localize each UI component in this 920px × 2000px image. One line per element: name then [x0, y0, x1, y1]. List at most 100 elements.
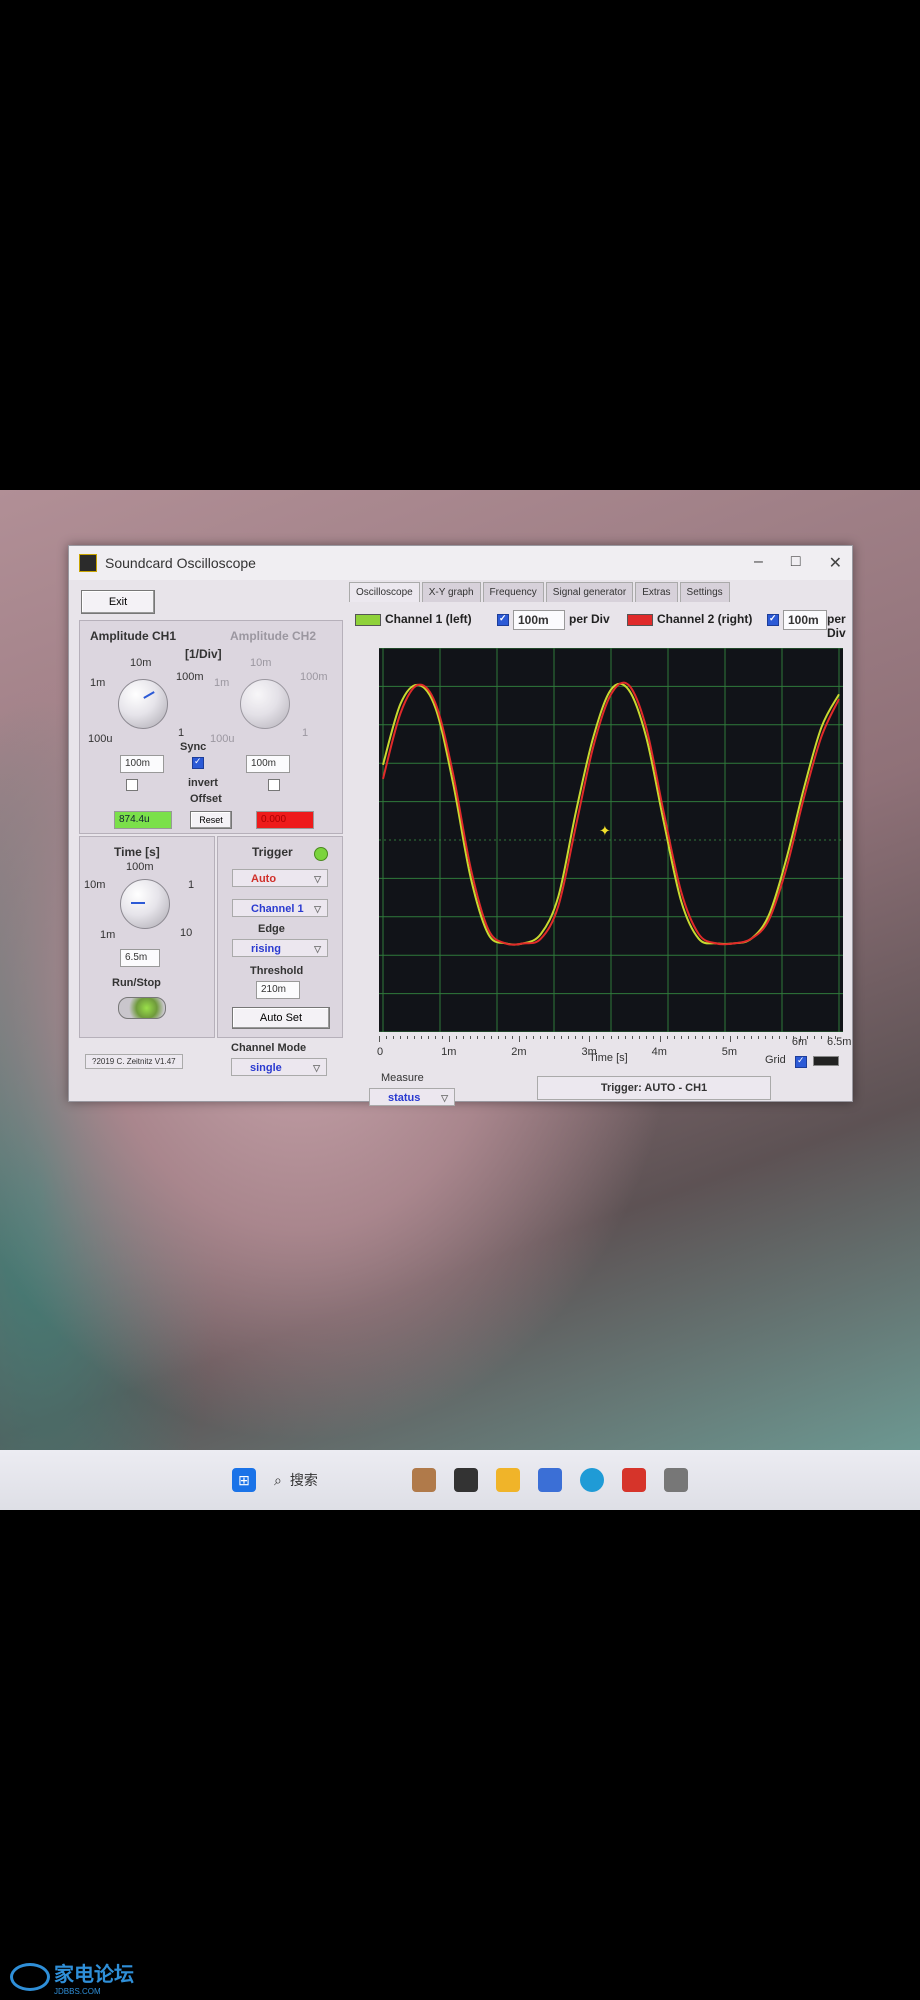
taskbar: ⊞ ⌕ 搜索 — [0, 1450, 920, 1510]
time-value-field[interactable]: 6.5m — [120, 949, 160, 967]
measure-label: Measure — [381, 1072, 424, 1084]
ch2-amplitude-field[interactable]: 100m — [246, 755, 290, 773]
x-tick-mark — [533, 1036, 535, 1039]
grid-color-swatch[interactable] — [813, 1056, 839, 1066]
trigger-status: Trigger: AUTO - CH1 — [537, 1076, 771, 1100]
oscilloscope-window: Soundcard Oscilloscope – □ ✕ Exit Amplit… — [68, 545, 853, 1106]
watermark-logo-icon — [10, 1963, 50, 1991]
time-knob[interactable] — [120, 879, 170, 929]
x-tick-mark — [757, 1036, 759, 1039]
x-tick-mark — [624, 1036, 626, 1039]
ch2-scale-1: 1 — [302, 727, 309, 739]
grid-checkbox[interactable] — [795, 1055, 807, 1068]
oscilloscope-app-icon[interactable] — [664, 1468, 688, 1492]
watermark-brand: 家电论坛 — [54, 1964, 134, 1986]
edge-browser-icon[interactable] — [580, 1468, 604, 1492]
trigger-source-value: Channel 1 — [251, 903, 304, 915]
ch2-offset-field[interactable]: 0.000 — [256, 811, 314, 829]
amplitude-ch2-title: Amplitude CH2 — [230, 629, 317, 643]
x-tick-mark — [771, 1036, 773, 1039]
x-tick-label: 6m — [791, 1036, 808, 1048]
trigger-edge-value: rising — [251, 943, 281, 955]
taskbar-search[interactable]: ⌕ 搜索 — [274, 1464, 394, 1496]
measure-dropdown[interactable]: status ▽ — [369, 1088, 455, 1106]
tab-extras[interactable]: Extras — [635, 582, 678, 602]
x-tick-mark — [631, 1036, 633, 1039]
trigger-source-dropdown[interactable]: Channel 1 ▽ — [232, 899, 328, 917]
run-stop-button[interactable] — [118, 997, 166, 1019]
x-tick-mark — [477, 1036, 479, 1039]
x-tick-mark — [393, 1036, 395, 1039]
search-placeholder: 搜索 — [289, 1472, 318, 1488]
x-tick-mark — [645, 1036, 647, 1039]
ch2-enable-checkbox[interactable] — [767, 613, 779, 626]
ch1-enable-checkbox[interactable] — [497, 613, 509, 626]
x-tick-mark — [379, 1036, 380, 1042]
ch1-amplitude-knob[interactable] — [118, 679, 168, 729]
watermark: 家电论坛 JDBBS.COM — [10, 1958, 134, 1996]
x-tick-label: 5m — [721, 1046, 738, 1058]
tab-bar: Oscilloscope X-Y graph Frequency Signal … — [349, 582, 730, 602]
sync-checkbox[interactable] — [192, 756, 204, 769]
time-scale-10m: 10m — [84, 879, 106, 891]
pdf-reader-icon[interactable] — [622, 1468, 646, 1492]
minimize-button[interactable]: – — [754, 553, 763, 573]
scope-display: ✦ — [379, 647, 843, 1033]
x-tick-mark — [421, 1036, 423, 1039]
ch2-invert-checkbox[interactable] — [268, 779, 280, 791]
widgets-icon[interactable] — [412, 1468, 436, 1492]
tab-signal-generator[interactable]: Signal generator — [545, 582, 634, 602]
ch1-offset-field[interactable]: 874.4u — [114, 811, 172, 829]
tab-frequency[interactable]: Frequency — [482, 582, 544, 602]
search-icon: ⌕ — [274, 1471, 282, 1488]
ch1-invert-checkbox[interactable] — [126, 779, 138, 791]
x-tick-mark — [687, 1036, 689, 1039]
x-tick-mark — [701, 1036, 703, 1039]
x-tick-mark — [764, 1036, 766, 1039]
tab-settings[interactable]: Settings — [679, 582, 730, 602]
trigger-panel: Trigger Auto ▽ Channel 1 ▽ Edge rising ▽ Th… — [217, 836, 343, 1038]
x-tick-mark — [519, 1036, 521, 1042]
close-button[interactable]: ✕ — [829, 553, 842, 573]
threshold-field[interactable]: 210m — [256, 981, 300, 999]
tab-oscilloscope[interactable]: Oscilloscope — [349, 582, 420, 602]
trigger-point-icon: ✦ — [599, 824, 611, 840]
time-scale-10: 10 — [180, 927, 193, 939]
exit-button[interactable]: Exit — [81, 590, 155, 614]
ch2-color-swatch[interactable] — [627, 614, 653, 626]
trigger-edge-dropdown[interactable]: rising ▽ — [232, 939, 328, 957]
reset-offset-button[interactable]: Reset — [190, 811, 232, 829]
maximize-button[interactable]: □ — [791, 553, 801, 573]
grid-label: Grid — [765, 1054, 786, 1066]
x-tick-mark — [610, 1036, 612, 1039]
time-scale-1: 1 — [188, 879, 195, 891]
store-icon[interactable] — [538, 1468, 562, 1492]
time-scale-100m: 100m — [126, 861, 154, 873]
ch2-scale-100m: 100m — [300, 671, 328, 683]
x-tick-label: 4m — [651, 1046, 667, 1058]
ch2-label: Channel 2 (right) — [657, 612, 753, 626]
ch2-amplitude-knob[interactable] — [240, 679, 290, 729]
x-tick-mark — [715, 1036, 717, 1039]
ch2-per-div-field[interactable]: 100m — [783, 610, 827, 630]
ch1-color-swatch[interactable] — [355, 614, 381, 626]
ch1-amplitude-field[interactable]: 100m — [120, 755, 164, 773]
trigger-mode-dropdown[interactable]: Auto ▽ — [232, 869, 328, 887]
x-tick-mark — [435, 1036, 437, 1039]
channel-mode-dropdown[interactable]: single ▽ — [231, 1058, 327, 1076]
windows-start-icon[interactable]: ⊞ — [232, 1468, 256, 1492]
tab-xy-graph[interactable]: X-Y graph — [421, 582, 481, 602]
x-tick-mark — [694, 1036, 696, 1039]
x-tick-mark — [708, 1036, 710, 1039]
x-tick-mark — [407, 1036, 409, 1039]
amplitude-panel: Amplitude CH1 Amplitude CH2 [1/Div] 10m … — [79, 620, 343, 834]
auto-set-button[interactable]: Auto Set — [232, 1007, 330, 1029]
x-tick-mark — [484, 1036, 486, 1039]
x-tick-mark — [540, 1036, 542, 1039]
ch1-scale-10m: 10m — [130, 657, 152, 669]
ch1-per-div-field[interactable]: 100m — [513, 610, 565, 630]
task-view-icon[interactable] — [454, 1468, 478, 1492]
ch2-scale-10m: 10m — [250, 657, 272, 669]
x-tick-mark — [743, 1036, 745, 1039]
file-explorer-icon[interactable] — [496, 1468, 520, 1492]
